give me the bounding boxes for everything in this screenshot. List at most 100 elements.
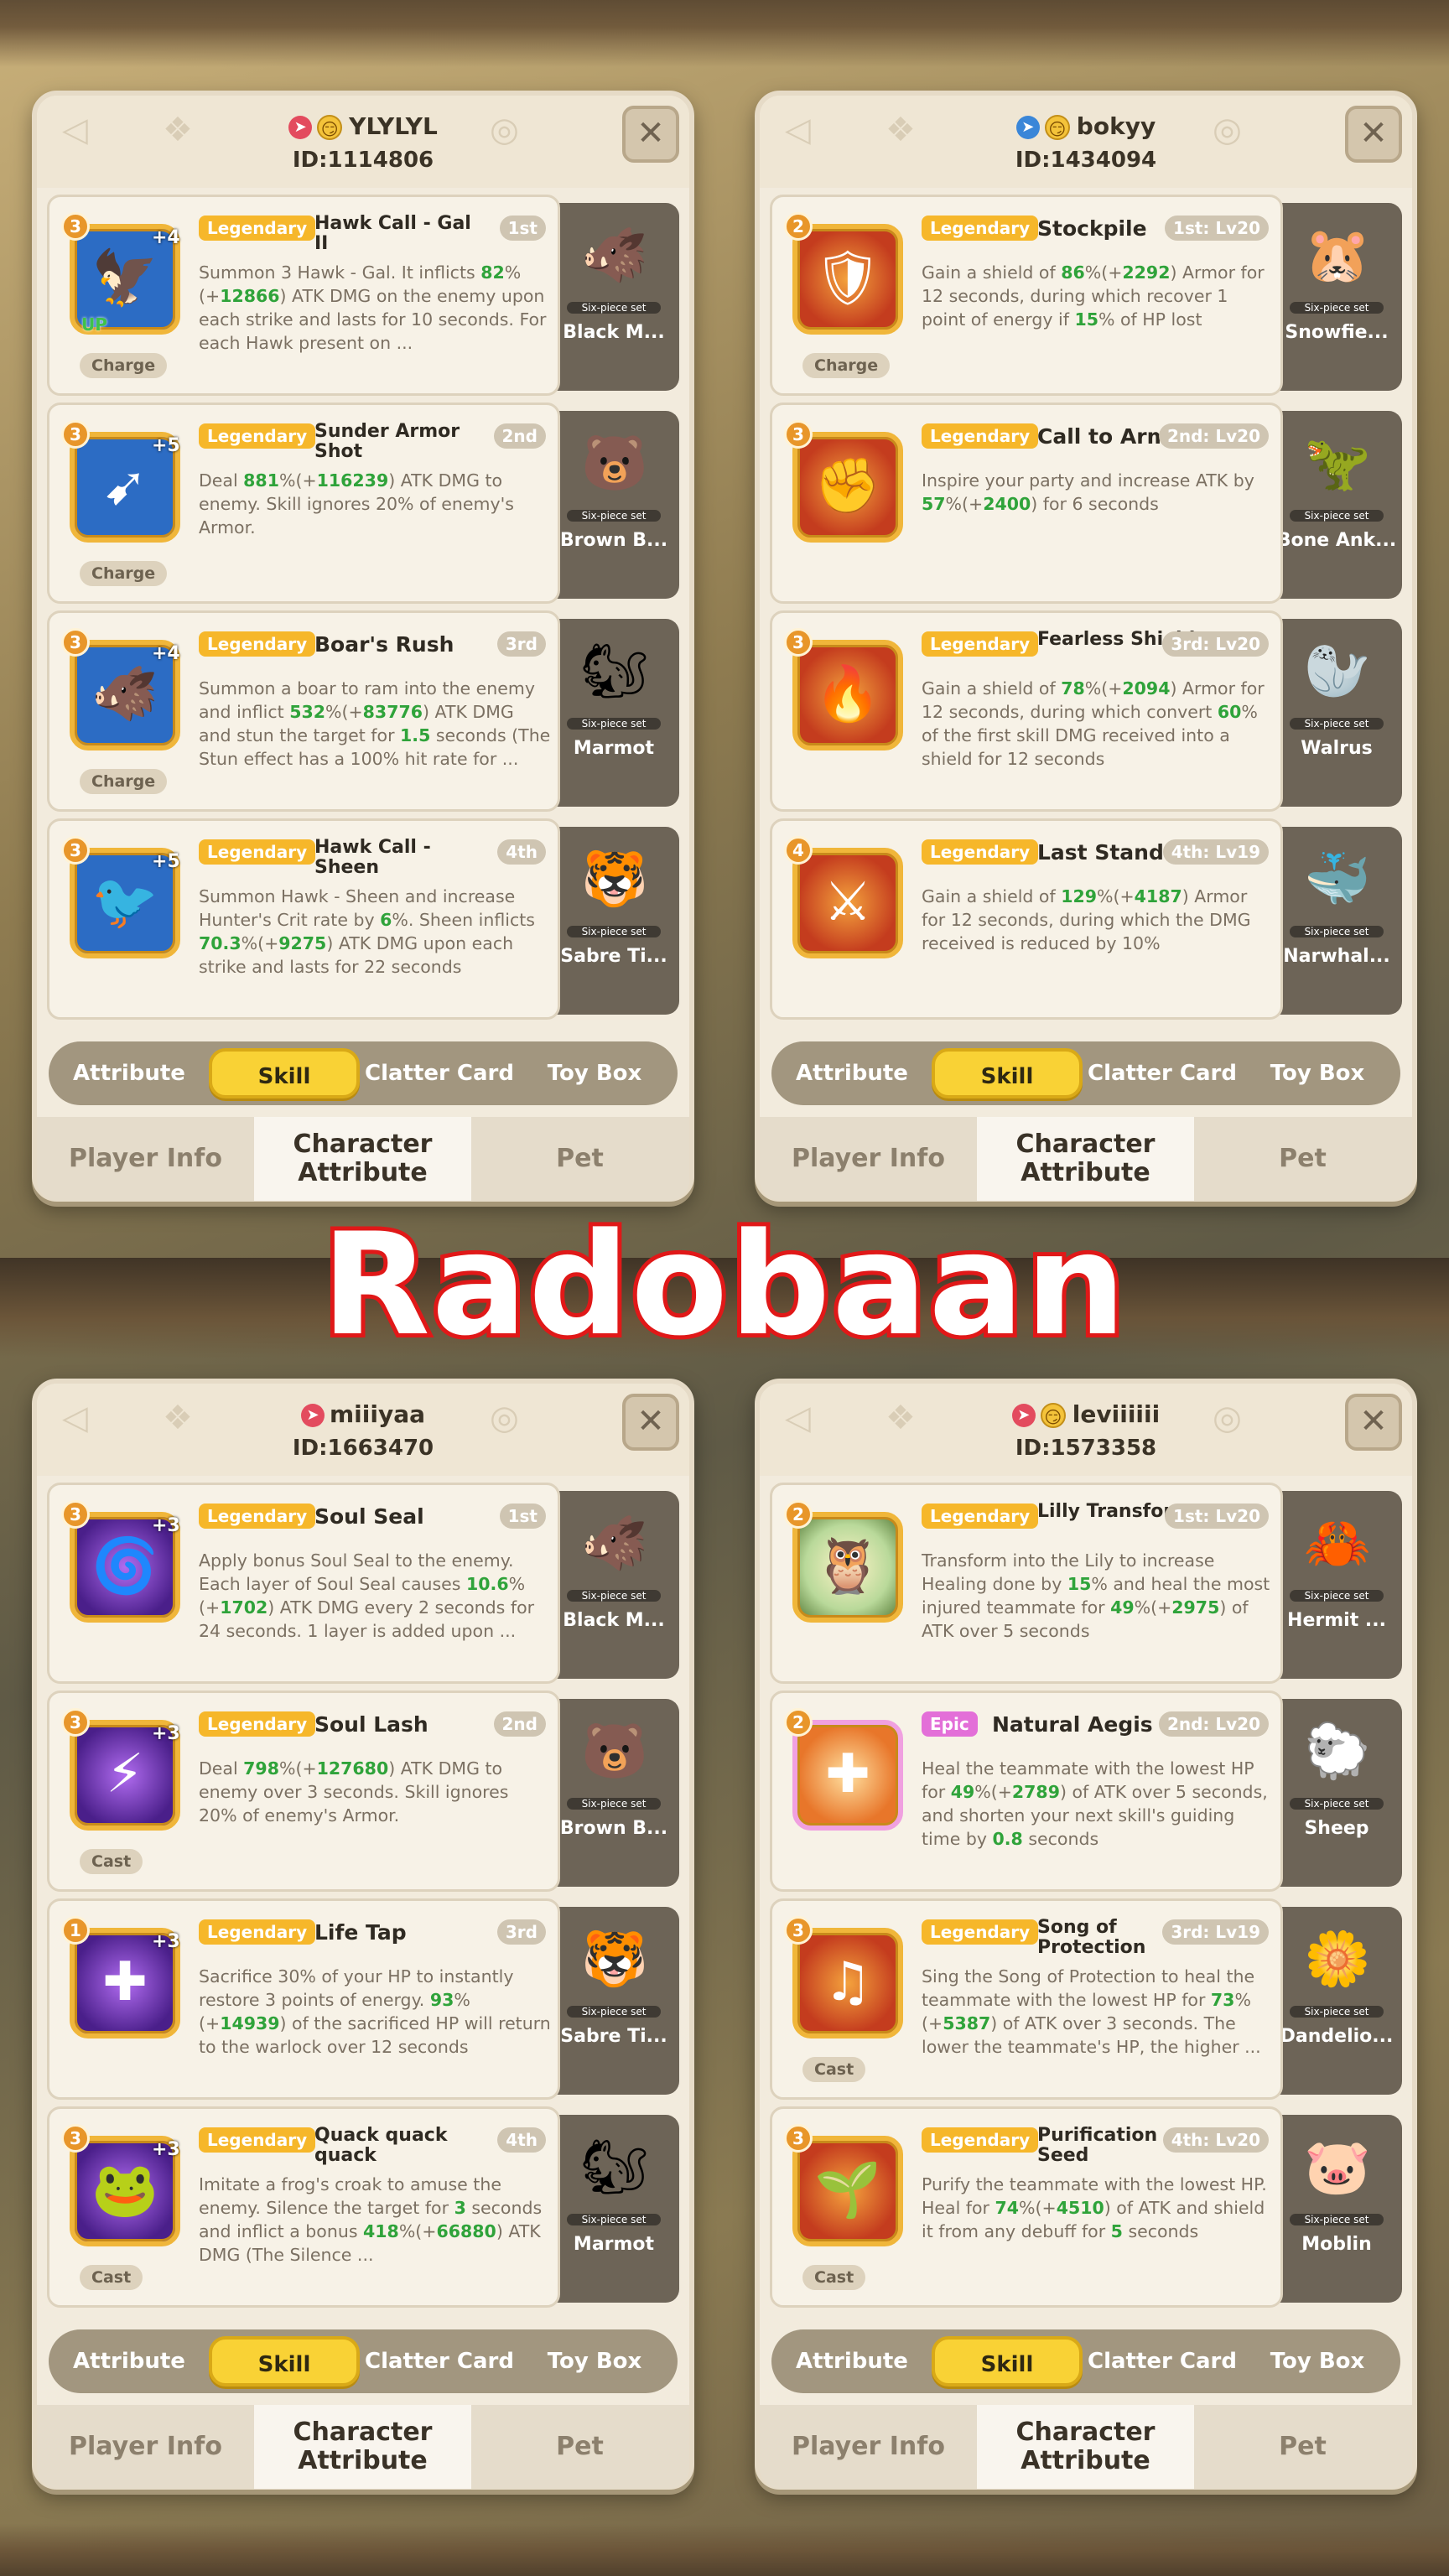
skill-card[interactable]: 🌱 3 Cast Legendary Purification Seed 4th: Lv2… — [770, 2106, 1283, 2308]
skill-card[interactable]: 🦉 2 Legendary Lilly Transform 1st: Lv20 Trans… — [770, 1483, 1283, 1684]
skill-order-badge: 2nd: Lv20 — [1158, 423, 1269, 449]
skill-row[interactable]: 🌼 Six-piece set Dandelio... ♫ 3 Cast Legendary… — [770, 1898, 1402, 2100]
pet-slot[interactable]: 🦀 Six-piece set Hermit ... — [1271, 1491, 1402, 1679]
skill-upgrade-count: +4 — [152, 227, 180, 248]
bottom-tab-pet[interactable]: Pet — [471, 1117, 688, 1201]
skill-row[interactable]: 🦭 Six-piece set Walrus 🔥 3 Legendary Fearless … — [770, 610, 1402, 812]
bottom-tab-pet[interactable]: Pet — [471, 2405, 688, 2489]
tab-skill[interactable]: Skill — [932, 2336, 1083, 2386]
pet-slot[interactable]: 🦭 Six-piece set Walrus — [1271, 619, 1402, 807]
pet-slot[interactable]: 🐑 Six-piece set Sheep — [1271, 1699, 1402, 1887]
bottom-tab-character-attribute[interactable]: Character Attribute — [977, 2405, 1194, 2489]
skill-type-tag: Cast — [80, 1849, 143, 1874]
tab-attribute[interactable]: Attribute — [54, 2336, 205, 2386]
skill-card[interactable]: 🦅 3 +4 UP Charge Legendary Hawk Call - Gal II 1… — [47, 195, 560, 396]
pet-slot[interactable]: 🦖 Six-piece set Bone Ank... — [1271, 411, 1402, 599]
pet-name: Bone Ank... — [1276, 530, 1397, 551]
skill-card[interactable]: ➹ 3 +5 Charge Legendary Sunder Armor Shot 2nd D… — [47, 402, 560, 604]
close-button[interactable]: ✕ — [1345, 106, 1402, 163]
pet-icon: 🐗 — [581, 225, 648, 287]
pet-slot[interactable]: 🐯 Six-piece set Sabre Ti... — [548, 1907, 679, 2095]
bottom-tab-player-info[interactable]: Player Info — [37, 2405, 254, 2489]
skill-row[interactable]: 🐿 Six-piece set Marmot 🐗 3 +4 Charge Legendary B… — [47, 610, 679, 812]
tab-skill[interactable]: Skill — [932, 1048, 1083, 1098]
tab-toy-box[interactable]: Toy Box — [1242, 2336, 1393, 2386]
pet-slot[interactable]: 🐗 Six-piece set Black M... — [548, 203, 679, 391]
bottom-tab-player-info[interactable]: Player Info — [760, 1117, 977, 1201]
tab-attribute[interactable]: Attribute — [776, 1048, 927, 1098]
skill-card[interactable]: 🛡 2 Charge Legendary Stockpile 1st: Lv20 Gain … — [770, 195, 1283, 396]
pet-name: Snowfie... — [1285, 322, 1389, 343]
pet-slot[interactable]: 🐹 Six-piece set Snowfie... — [1271, 203, 1402, 391]
close-button[interactable]: ✕ — [1345, 1394, 1402, 1451]
skill-level-badge: 1 — [61, 1916, 90, 1945]
close-button[interactable]: ✕ — [622, 1394, 679, 1451]
tab-toy-box[interactable]: Toy Box — [519, 2336, 670, 2386]
tab-clatter-card[interactable]: Clatter Card — [364, 2336, 515, 2386]
skill-type-tag: Charge — [802, 353, 891, 378]
pet-name: Brown B... — [559, 1818, 668, 1839]
skill-row[interactable]: 🐗 Six-piece set Black M... 🦅 3 +4 UP Charge Lege… — [47, 195, 679, 396]
skill-level-badge: 3 — [61, 1708, 90, 1737]
skill-card[interactable]: 🐸 3 +3 Cast Legendary Quack quack quack 4th Imi… — [47, 2106, 560, 2308]
pet-slot[interactable]: 🐯 Six-piece set Sabre Ti... — [548, 827, 679, 1015]
skill-card[interactable]: ⚔ 4 Legendary Last Stand 4th: Lv19 Gain a shi… — [770, 818, 1283, 1020]
tab-skill[interactable]: Skill — [209, 1048, 360, 1098]
pet-slot[interactable]: 🌼 Six-piece set Dandelio... — [1271, 1907, 1402, 2095]
pet-slot[interactable]: 🐗 Six-piece set Black M... — [548, 1491, 679, 1679]
skill-row[interactable]: 🦖 Six-piece set Bone Ank... ✊ 3 Legendary Call… — [770, 402, 1402, 604]
tab-toy-box[interactable]: Toy Box — [519, 1048, 670, 1098]
bottom-tab-pet[interactable]: Pet — [1194, 2405, 1411, 2489]
tab-clatter-card[interactable]: Clatter Card — [1087, 2336, 1238, 2386]
rarity-badge: Legendary — [922, 216, 1039, 241]
skill-level-badge: 3 — [61, 1500, 90, 1529]
bottom-tab-character-attribute[interactable]: Character Attribute — [254, 1117, 471, 1201]
skill-row[interactable]: 🐳 Six-piece set Narwhal... ⚔ 4 Legendary Last … — [770, 818, 1402, 1020]
skill-card[interactable]: ✚ 2 Epic Natural Aegis 2nd: Lv20 Heal the tea… — [770, 1690, 1283, 1892]
skill-card[interactable]: ✚ 1 +3 Legendary Life Tap 3rd Sacrifice 30% of… — [47, 1898, 560, 2100]
skill-card[interactable]: 🐗 3 +4 Charge Legendary Boar's Rush 3rd Summon … — [47, 610, 560, 812]
bottom-tab-character-attribute[interactable]: Character Attribute — [977, 1117, 1194, 1201]
pet-slot[interactable]: 🐻 Six-piece set Brown B... — [548, 1699, 679, 1887]
skill-row[interactable]: 🐑 Six-piece set Sheep ✚ 2 Epic Natural Aegis 2n… — [770, 1690, 1402, 1892]
skill-order-badge: 4th — [497, 2127, 546, 2153]
bottom-tab-character-attribute[interactable]: Character Attribute — [254, 2405, 471, 2489]
bottom-tab-pet[interactable]: Pet — [1194, 1117, 1411, 1201]
close-button[interactable]: ✕ — [622, 106, 679, 163]
skill-card[interactable]: 🔥 3 Legendary Fearless Shield 3rd: Lv20 Gain … — [770, 610, 1283, 812]
skill-row[interactable]: 🐗 Six-piece set Black M... 🌀 3 +3 Legendary Sou… — [47, 1483, 679, 1684]
skill-row[interactable]: 🐯 Six-piece set Sabre Ti... ✚ 1 +3 Legendary Li… — [47, 1898, 679, 2100]
tab-attribute[interactable]: Attribute — [776, 2336, 927, 2386]
tab-attribute[interactable]: Attribute — [54, 1048, 205, 1098]
pet-slot[interactable]: 🐿 Six-piece set Marmot — [548, 619, 679, 807]
bottom-tab-player-info[interactable]: Player Info — [760, 2405, 977, 2489]
skill-row[interactable]: 🐹 Six-piece set Snowfie... 🛡 2 Charge Legendar… — [770, 195, 1402, 396]
pet-slot[interactable]: 🐻 Six-piece set Brown B... — [548, 411, 679, 599]
skill-card[interactable]: ♫ 3 Cast Legendary Song of Protection 3rd: Lv… — [770, 1898, 1283, 2100]
skill-card[interactable]: ⚡ 3 +3 Cast Legendary Soul Lash 2nd Deal 798%(+… — [47, 1690, 560, 1892]
rarity-badge: Legendary — [922, 423, 1039, 449]
tab-clatter-card[interactable]: Clatter Card — [1087, 1048, 1238, 1098]
skill-row[interactable]: 🐷 Six-piece set Moblin 🌱 3 Cast Legendary Purif… — [770, 2106, 1402, 2308]
skill-card[interactable]: 🐦 3 +5 Legendary Hawk Call - Sheen 4th Summon … — [47, 818, 560, 1020]
skill-row[interactable]: 🐿 Six-piece set Marmot 🐸 3 +3 Cast Legendary Qua… — [47, 2106, 679, 2308]
skill-description: Summon Hawk - Sheen and increase Hunter'… — [199, 886, 535, 977]
pet-slot[interactable]: 🐿 Six-piece set Marmot — [548, 2115, 679, 2303]
pet-slot[interactable]: 🐷 Six-piece set Moblin — [1271, 2115, 1402, 2303]
tab-toy-box[interactable]: Toy Box — [1242, 1048, 1393, 1098]
tab-clatter-card[interactable]: Clatter Card — [364, 1048, 515, 1098]
skill-row[interactable]: 🦀 Six-piece set Hermit ... 🦉 2 Legendary Lilly… — [770, 1483, 1402, 1684]
skill-card[interactable]: ✊ 3 Legendary Call to Arms 2nd: Lv20 Inspire … — [770, 402, 1283, 604]
skill-row[interactable]: 🐻 Six-piece set Brown B... ➹ 3 +5 Charge Legend… — [47, 402, 679, 604]
skill-type-tag: Cast — [80, 2265, 143, 2290]
tab-skill[interactable]: Skill — [209, 2336, 360, 2386]
skill-row[interactable]: 🐻 Six-piece set Brown B... ⚡ 3 +3 Cast Legendar… — [47, 1690, 679, 1892]
panel-header: ◁ ❖ ◎ ➤ miiiyaa ID:1663470 ✕ — [37, 1384, 689, 1476]
skill-type-tag: Cast — [802, 2057, 866, 2082]
bottom-tab-bar: Player Info Character Attribute Pet — [760, 1117, 1412, 1201]
skill-card[interactable]: 🌀 3 +3 Legendary Soul Seal 1st Apply bonus Sou… — [47, 1483, 560, 1684]
pet-slot[interactable]: 🐳 Six-piece set Narwhal... — [1271, 827, 1402, 1015]
skill-row[interactable]: 🐯 Six-piece set Sabre Ti... 🐦 3 +5 Legendary Ha… — [47, 818, 679, 1020]
bottom-tab-player-info[interactable]: Player Info — [37, 1117, 254, 1201]
fist-icon: ✊ — [792, 432, 903, 543]
